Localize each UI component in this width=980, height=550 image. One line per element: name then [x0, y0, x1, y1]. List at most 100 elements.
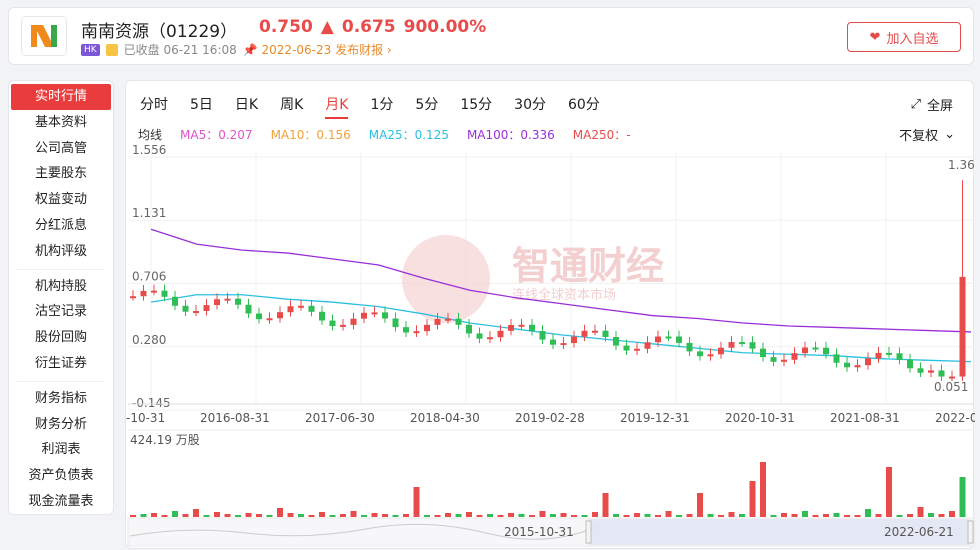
sidebar-item[interactable]: 现金流量表	[9, 489, 113, 515]
volume-bar	[371, 513, 378, 517]
candle-body	[728, 342, 735, 348]
candle-body	[697, 351, 703, 357]
sidebar-item[interactable]: 公司高管	[9, 136, 113, 162]
sidebar-item[interactable]: 股份回购	[9, 325, 113, 351]
volume-bar	[329, 515, 336, 517]
stock-header: 南南资源（01229） 0.750 ▲ 0.675 900.00% HK 已收盘…	[8, 7, 974, 65]
add-favorite-button[interactable]: ❤ 加入自选	[847, 22, 961, 52]
volume-bar	[728, 512, 735, 517]
candle-body	[340, 324, 346, 327]
sidebar-item[interactable]: 沽空记录	[9, 299, 113, 325]
candle-body	[896, 353, 903, 360]
kline-chart[interactable]: 1.556 1.131 0.706 0.280 -0.145 智通财经连线全球资本市场 1.…	[126, 81, 975, 550]
report-notice[interactable]: 📌 2022-06-23 发布财报 ›	[243, 41, 392, 58]
candle-body	[182, 305, 189, 312]
candle-body	[434, 319, 441, 325]
candle-body	[602, 330, 609, 338]
volume-bar	[550, 514, 556, 517]
volume-bar	[497, 515, 504, 517]
candle-body	[424, 324, 430, 332]
sidebar-item[interactable]: 基本资料	[9, 110, 113, 136]
navigator-handle-left[interactable]	[585, 520, 592, 544]
volume-bar	[266, 515, 273, 517]
candle-body	[224, 298, 231, 301]
candle-body	[865, 358, 871, 366]
volume-bar	[350, 511, 357, 517]
hk-badge: HK	[81, 43, 100, 56]
candle-body	[193, 311, 199, 314]
candle-body	[718, 347, 724, 355]
sidebar-item[interactable]: 主要股东	[9, 161, 113, 187]
sidebar-item[interactable]: 资产负债表	[9, 463, 113, 489]
sidebar-item[interactable]: 利润表	[9, 437, 113, 463]
volume-bar	[361, 515, 367, 517]
volume-bar	[424, 515, 430, 517]
volume-bar	[539, 511, 546, 517]
sidebar-item[interactable]: 衍生证券	[9, 351, 113, 377]
volume-bar	[791, 514, 798, 517]
up-arrow-icon: ▲	[320, 17, 334, 37]
y-tick-label: -0.145	[132, 396, 171, 410]
x-tick-label: 2016-08-31	[200, 411, 270, 425]
volume-bar	[560, 513, 567, 517]
candle-body	[781, 359, 787, 362]
volume-bar	[833, 513, 840, 517]
volume-bar	[928, 513, 934, 517]
candle-body	[382, 312, 388, 319]
volume-bar	[875, 514, 882, 517]
stock-subinfo: HK 已收盘 06-21 16:08 📌 2022-06-23 发布财报 ›	[81, 41, 392, 58]
candle-body	[812, 347, 819, 350]
volume-bar	[917, 507, 924, 517]
candle-body	[686, 342, 693, 352]
volume-bar	[308, 515, 315, 517]
candle-body	[172, 296, 178, 306]
volume-bar	[382, 514, 388, 517]
candle-body	[308, 305, 315, 312]
current-price: 0.750	[259, 17, 313, 37]
candle-body	[655, 336, 661, 343]
x-tick-label: 2019-12-31	[620, 411, 690, 425]
sidebar-item[interactable]: 实时行情	[11, 84, 111, 110]
sidebar-item[interactable]: 分红派息	[9, 213, 113, 239]
candle-body	[161, 290, 168, 297]
sidebar-item[interactable]: 财务指标	[9, 386, 113, 412]
candle-body	[550, 339, 556, 345]
volume-bar	[907, 514, 913, 517]
y-tick-label: 0.706	[132, 269, 166, 283]
candle-body	[844, 362, 850, 368]
sidebar-item[interactable]: 财务分析	[9, 412, 113, 438]
sidebar-item[interactable]: 权益变动	[9, 187, 113, 213]
volume-bar	[718, 515, 724, 517]
volume-bar	[655, 515, 661, 517]
volume-bar	[844, 515, 850, 517]
volume-bar	[896, 515, 903, 517]
candle-body	[413, 331, 420, 334]
candle-body	[791, 353, 798, 360]
volume-bar	[130, 515, 136, 517]
volume-bar	[245, 513, 252, 517]
range-end-label: 2022-06-21	[884, 525, 954, 539]
candle-body	[203, 305, 210, 312]
sidebar-divider	[17, 268, 105, 270]
volume-bar	[623, 515, 630, 517]
sidebar-item[interactable]: 机构评级	[9, 239, 113, 265]
volume-bar	[959, 477, 966, 517]
sidebar-item[interactable]: 机构持股	[9, 274, 113, 300]
navigator-handle-right[interactable]	[967, 520, 974, 544]
min-label: 0.051	[934, 380, 968, 394]
candle-body	[539, 331, 546, 340]
candle-body	[644, 342, 651, 349]
volume-bar	[529, 515, 535, 517]
candle-body	[392, 318, 399, 328]
volume-bar	[214, 512, 220, 517]
volume-bar	[487, 514, 493, 517]
candle-body	[455, 318, 462, 325]
volume-bar	[172, 511, 178, 517]
candle-body	[802, 347, 808, 354]
volume-bar	[854, 515, 861, 517]
candle-body	[350, 318, 357, 325]
volume-bar	[581, 515, 588, 517]
volume-bar	[434, 515, 441, 517]
candle-body	[749, 342, 756, 349]
volume-bar	[287, 513, 294, 517]
